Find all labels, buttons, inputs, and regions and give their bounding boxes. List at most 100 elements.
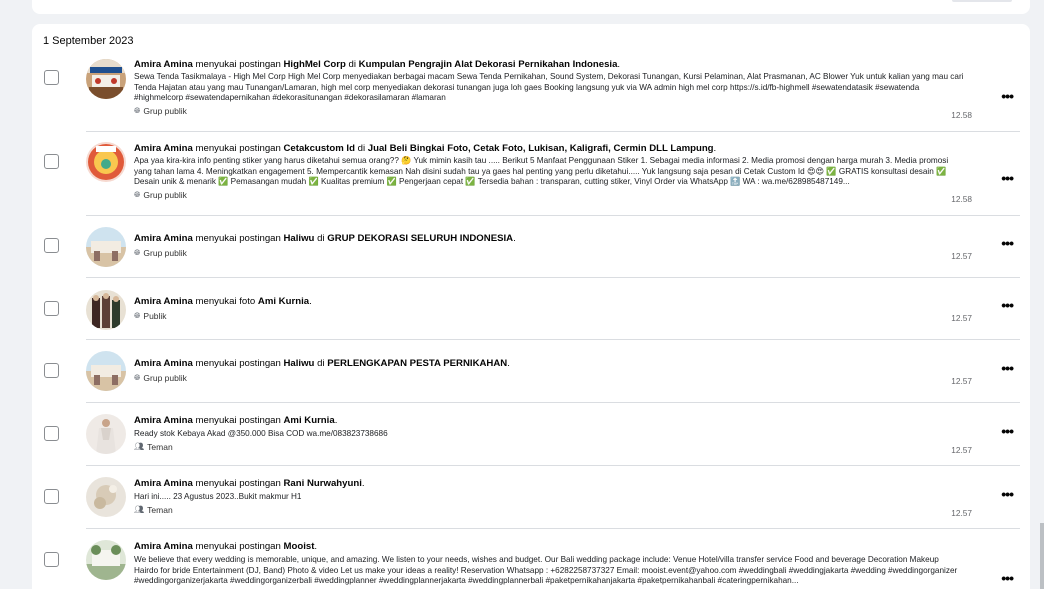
title-end: . [361,478,365,489]
entry-audience: 🌐︎ Grup publik [134,106,964,116]
more-options-icon[interactable]: ••• [1001,298,1014,312]
target-name[interactable]: Ami Kurnia [284,415,335,426]
entry-audience: 🌐︎ Grup publik [134,248,964,258]
more-options-icon[interactable]: ••• [1001,571,1014,585]
audience-label: Grup publik [143,248,187,258]
group-name[interactable]: PERLENGKAPAN PESTA PERNIKAHAN [327,358,507,369]
entry-time[interactable]: 12.58 [951,110,972,120]
avatar[interactable] [86,540,126,580]
target-name[interactable]: Haliwu [284,233,315,244]
target-name[interactable]: HighMel Corp [284,59,346,70]
audience-label: Teman [147,504,173,515]
actor-name[interactable]: Amira Amina [134,541,193,552]
title-end: . [334,415,338,426]
entry-title[interactable]: Amira Amina menyukai postingan HighMel C… [134,59,964,71]
entry-checkbox[interactable] [44,552,59,567]
actor-name[interactable]: Amira Amina [134,478,193,489]
entry-checkbox[interactable] [44,363,59,378]
audience-label: Grup publik [143,189,187,200]
action-text: menyukai postingan [192,59,284,70]
entry-description: We believe that every wedding is memorab… [134,555,958,586]
actor-name[interactable]: Amira Amina [134,143,193,154]
actor-name[interactable]: Amira Amina [134,59,193,70]
entry-body: Amira Amina menyukai postingan Mooist. W… [134,541,964,587]
date-header: 1 September 2023 [43,35,134,47]
entry-title[interactable]: Amira Amina menyukai foto Ami Kurnia. [134,296,964,308]
entry-checkbox[interactable] [44,238,59,253]
action-text: menyukai postingan [192,358,284,369]
entry-time[interactable]: 12.57 [951,251,972,261]
action-text: menyukai postingan [192,478,284,489]
title-end: . [309,296,312,307]
scrollbar[interactable] [1040,523,1044,589]
group-name[interactable]: GRUP DEKORASI SELURUH INDONESIA [327,233,513,244]
avatar[interactable] [86,290,126,330]
entry-body: Amira Amina menyukai postingan Ami Kurni… [134,415,964,452]
entry-audience: 👥︎ Teman [134,442,964,452]
target-name[interactable]: Cetakcustom Id [284,143,355,154]
more-options-icon[interactable]: ••• [1001,171,1014,185]
entry-body: Amira Amina menyukai foto Ami Kurnia. 🌐︎… [134,296,964,321]
avatar[interactable] [86,351,126,391]
activity-entry: Amira Amina menyukai postingan Haliwu di… [32,216,1030,278]
activity-entry: Amira Amina menyukai postingan HighMel C… [32,54,1030,132]
entry-description: Sewa Tenda Tasikmalaya - High Mel Corp H… [134,72,964,103]
entry-description: Ready stok Kebaya Akad @350.000 Bisa COD… [134,429,388,438]
activity-entry: Amira Amina menyukai postingan Haliwu di… [32,340,1030,403]
group-name[interactable]: Jual Beli Bingkai Foto, Cetak Foto, Luki… [368,143,714,154]
target-name[interactable]: Ami Kurnia [258,296,309,307]
actor-name[interactable]: Amira Amina [134,358,193,369]
entry-checkbox[interactable] [44,426,59,441]
entry-time[interactable]: 12.57 [951,445,972,455]
entry-audience: 👥︎ Teman [134,505,964,515]
title-end: . [507,358,510,369]
target-name[interactable]: Rani Nurwahyuni [284,478,362,489]
activity-entry: Amira Amina menyukai postingan Ami Kurni… [32,403,1030,466]
audience-label: Teman [147,441,173,452]
entry-audience: 🌐︎ Publik [134,311,964,321]
title-end: . [713,143,717,154]
audience-label: Grup publik [143,105,187,116]
entry-title[interactable]: Amira Amina menyukai postingan Ami Kurni… [134,415,964,427]
entry-time[interactable]: 12.57 [951,313,972,323]
entry-title[interactable]: Amira Amina menyukai postingan Mooist. [134,541,964,553]
entry-checkbox[interactable] [44,489,59,504]
more-options-icon[interactable]: ••• [1001,89,1014,103]
more-options-icon[interactable]: ••• [1001,487,1014,501]
title-end: . [513,233,516,244]
more-options-icon[interactable]: ••• [1001,361,1014,375]
avatar[interactable] [86,59,126,99]
avatar[interactable] [86,477,126,517]
audience-label: Publik [143,311,167,321]
entry-time[interactable]: 12.57 [951,508,972,518]
entry-title[interactable]: Amira Amina menyukai postingan Haliwu di… [134,233,964,245]
previous-section-button[interactable] [952,0,1012,2]
target-name[interactable]: Mooist [284,541,315,552]
avatar[interactable] [86,414,126,454]
entry-time[interactable]: 12.58 [951,194,972,204]
globe-icon: 🌐︎ [134,105,141,115]
entry-title[interactable]: Amira Amina menyukai postingan Haliwu di… [134,358,964,370]
actor-name[interactable]: Amira Amina [134,415,193,426]
avatar[interactable] [86,142,126,182]
entry-title[interactable]: Amira Amina menyukai postingan Rani Nurw… [134,478,964,490]
action-text: menyukai postingan [192,143,284,154]
entry-checkbox[interactable] [44,70,59,85]
group-name[interactable]: Kumpulan Pengrajin Alat Dekorasi Pernika… [359,59,618,70]
entry-title[interactable]: Amira Amina menyukai postingan Cetakcust… [134,143,964,155]
target-name[interactable]: Haliwu [284,358,315,369]
activity-entry: Amira Amina menyukai postingan Cetakcust… [32,132,1030,216]
connector-text: di [314,358,328,369]
action-text: menyukai postingan [192,541,284,552]
connector-text: di [314,233,328,244]
entry-checkbox[interactable] [44,154,59,169]
actor-name[interactable]: Amira Amina [134,233,193,244]
title-end: . [314,541,318,552]
more-options-icon[interactable]: ••• [1001,236,1014,250]
avatar[interactable] [86,227,126,267]
entry-checkbox[interactable] [44,301,59,316]
more-options-icon[interactable]: ••• [1001,424,1014,438]
entry-time[interactable]: 12.57 [951,376,972,386]
connector-text: di [345,59,359,70]
actor-name[interactable]: Amira Amina [134,296,193,307]
